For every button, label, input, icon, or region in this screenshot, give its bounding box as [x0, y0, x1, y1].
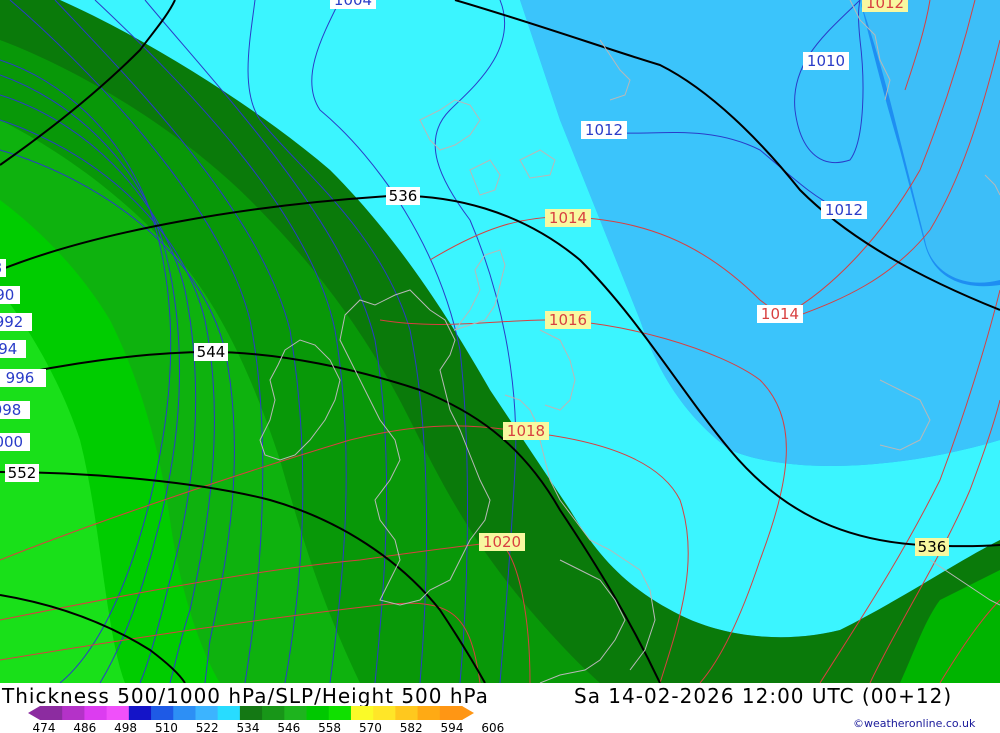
color-scale-swatch	[106, 706, 130, 720]
color-scale-label: 582	[400, 721, 423, 733]
slp-label-1010: 1010	[807, 52, 845, 70]
color-scale-label: 474	[33, 721, 56, 733]
color-scale-label: 510	[155, 721, 178, 733]
color-scale-label: 498	[114, 721, 137, 733]
color-scale-swatch	[417, 706, 441, 720]
color-scale-swatch	[373, 706, 396, 720]
slp-label-1004: 1004	[334, 0, 372, 9]
color-scale-label: 546	[277, 721, 300, 733]
slp-label-990: 990	[0, 286, 14, 304]
slp-label-1012: 1012	[585, 121, 623, 139]
color-scale-arrow-low	[28, 706, 40, 720]
color-scale-swatch	[439, 706, 463, 720]
height-label-536: 536	[389, 187, 418, 205]
slp-label-1016: 1016	[549, 311, 587, 329]
slp-label-998: 998	[0, 401, 21, 419]
color-scale-swatch	[395, 706, 419, 720]
slp-label-1012-east: 1012	[825, 201, 863, 219]
slp-label-1020: 1020	[483, 533, 521, 551]
color-scale-swatch	[350, 706, 374, 720]
color-scale-arrow-high	[462, 706, 474, 720]
height-label-536-east: 536	[918, 538, 947, 556]
color-scale-swatch	[128, 706, 152, 720]
slp-label-992: 992	[0, 313, 23, 331]
color-scale-swatch	[262, 706, 285, 720]
slp-label-1018: 1018	[507, 422, 545, 440]
color-scale-swatch	[40, 706, 63, 720]
color-scale: 474 486 498 510 522 534 546 558 570 582 594 606	[28, 706, 505, 733]
color-scale-label: 558	[318, 721, 341, 733]
color-scale-label: 570	[359, 721, 382, 733]
color-scale-swatch	[217, 706, 241, 720]
color-scale-swatch	[239, 706, 263, 720]
color-scale-swatch	[151, 706, 174, 720]
color-scale-swatch	[84, 706, 108, 720]
color-scale-swatch	[195, 706, 219, 720]
color-scale-label: 522	[196, 721, 219, 733]
color-scale-swatch	[284, 706, 308, 720]
color-scale-swatch	[328, 706, 352, 720]
map-canvas: 536 544 552 536 1004 1010 1012 1012 1008…	[0, 0, 1000, 683]
credit-link[interactable]: ©weatheronline.co.uk	[853, 717, 975, 730]
color-scale-swatch	[306, 706, 330, 720]
color-scale-swatch	[62, 706, 85, 720]
height-label-544: 544	[197, 343, 226, 361]
color-scale-label: 606	[481, 721, 504, 733]
slp-label-1008: 1008	[0, 259, 2, 277]
color-scale-swatch	[173, 706, 196, 720]
slp-label-1012-ne: 1012	[866, 0, 904, 12]
color-scale-label: 486	[73, 721, 96, 733]
color-scale-label: 594	[441, 721, 464, 733]
slp-label-1014-east: 1014	[761, 305, 799, 323]
color-scale-labels: 474 486 498 510 522 534 546 558 570 582 594 606	[33, 721, 505, 733]
color-scale-label: 534	[237, 721, 260, 733]
color-scale-swatches	[28, 706, 474, 720]
valid-time: Sa 14-02-2026 12:00 UTC (00+12)	[574, 684, 953, 708]
weather-map-view: 536 544 552 536 1004 1010 1012 1012 1008…	[0, 0, 1000, 733]
slp-label-996: 996	[6, 369, 35, 387]
slp-label-1014: 1014	[549, 209, 587, 227]
height-label-552: 552	[8, 464, 37, 482]
slp-label-994: 994	[0, 340, 17, 358]
slp-label-1000: 1000	[0, 433, 23, 451]
